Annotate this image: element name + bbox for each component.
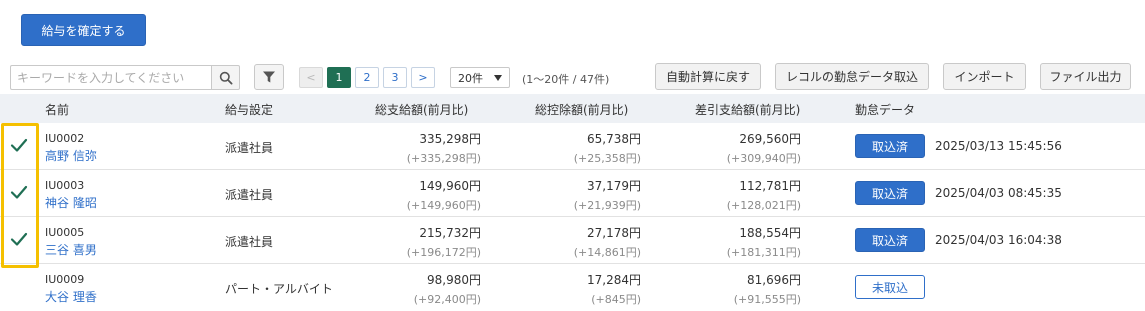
page-button-2[interactable]: 2 [355,67,379,88]
deduction-diff: (+21,939円) [573,199,641,212]
per-page-select[interactable]: 20件 [450,67,510,88]
deduction-amount: 17,284円 [587,273,641,287]
employee-code: IU0005 [45,226,85,239]
pagination: < 1 2 3 > [299,67,435,88]
net-amount: 112,781円 [739,179,801,193]
gross-diff: (+149,960円) [406,199,481,212]
pay-setting: 派遣社員 [225,141,274,155]
deduction-amount: 27,178円 [587,226,641,240]
header-setting[interactable]: 給与設定 [225,101,273,118]
net-diff: (+128,021円) [726,199,801,212]
prev-page-button[interactable]: < [299,67,323,88]
net-amount: 269,560円 [739,132,801,146]
per-page-value: 20件 [458,71,483,85]
filter-button[interactable] [254,64,284,90]
search-button[interactable] [211,65,240,90]
filter-icon [263,71,275,83]
file-output-button[interactable]: ファイル出力 [1040,63,1131,90]
caret-down-icon [494,75,502,81]
employee-code: IU0003 [45,179,85,192]
search-box [10,65,240,90]
deduction-diff: (+845円) [591,293,641,306]
net-diff: (+181,311円) [726,246,801,259]
gross-diff: (+335,298円) [406,152,481,165]
employee-name-link[interactable]: 三谷 喜男 [45,241,97,258]
gross-amount: 98,980円 [427,273,481,287]
import-recolu-button[interactable]: レコルの勤怠データ取込 [775,63,929,90]
search-input[interactable] [10,65,211,90]
attendance-timestamp: 2025/04/03 08:45:35 [935,186,1062,200]
gross-diff: (+196,172円) [406,246,481,259]
result-range: (1〜20件 / 47件) [522,73,610,86]
search-icon [219,71,233,85]
attendance-status-button[interactable]: 取込済 [855,134,925,158]
page-button-3[interactable]: 3 [383,67,407,88]
deduction-diff: (+14,861円) [573,246,641,259]
attendance-timestamp: 2025/03/13 15:45:56 [935,139,1062,153]
table-row[interactable]: IU0002 高野 信弥 派遣社員 335,298円 (+335,298円) 6… [0,123,1145,170]
attendance-timestamp: 2025/04/03 16:04:38 [935,233,1062,247]
employee-name-link[interactable]: 大谷 理香 [45,288,97,305]
net-amount: 81,696円 [747,273,801,287]
pay-setting: 派遣社員 [225,235,274,249]
header-net[interactable]: 差引支給額(前月比) [695,101,800,118]
employee-name-link[interactable]: 高野 信弥 [45,147,97,164]
import-button[interactable]: インポート [943,63,1026,90]
table-row[interactable]: IU0003 神谷 隆昭 派遣社員 149,960円 (+149,960円) 3… [0,170,1145,217]
net-amount: 188,554円 [739,226,801,240]
check-icon[interactable] [10,183,28,201]
attendance-status-button[interactable]: 取込済 [855,181,925,205]
check-icon[interactable] [10,136,28,154]
next-page-button[interactable]: > [411,67,435,88]
header-gross[interactable]: 総支給額(前月比) [375,101,468,118]
deduction-amount: 65,738円 [587,132,641,146]
employee-code: IU0009 [45,273,85,286]
net-diff: (+91,555円) [733,293,801,306]
pay-setting: 派遣社員 [225,188,274,202]
employee-name-link[interactable]: 神谷 隆昭 [45,194,97,211]
attendance-status-button[interactable]: 取込済 [855,228,925,252]
gross-diff: (+92,400円) [413,293,481,306]
pay-setting: パート・アルバイト [225,282,333,296]
header-deduction[interactable]: 総控除額(前月比) [535,101,628,118]
header-name[interactable]: 名前 [45,101,69,118]
gross-amount: 335,298円 [419,132,481,146]
table-row[interactable]: IU0009 大谷 理香 パート・アルバイト 98,980円 (+92,400円… [0,264,1145,311]
page-button-1[interactable]: 1 [327,67,351,88]
gross-amount: 215,732円 [419,226,481,240]
deduction-amount: 37,179円 [587,179,641,193]
table-row[interactable]: IU0005 三谷 喜男 派遣社員 215,732円 (+196,172円) 2… [0,217,1145,264]
check-icon[interactable] [10,230,28,248]
gross-amount: 149,960円 [419,179,481,193]
confirm-payroll-button[interactable]: 給与を確定する [21,14,146,46]
auto-calc-button[interactable]: 自動計算に戻す [655,63,761,90]
header-attendance[interactable]: 勤怠データ [855,101,915,118]
deduction-diff: (+25,358円) [573,152,641,165]
net-diff: (+309,940円) [726,152,801,165]
attendance-status-button[interactable]: 未取込 [855,275,925,299]
table-header: 名前 給与設定 総支給額(前月比) 総控除額(前月比) 差引支給額(前月比) 勤… [0,94,1145,123]
employee-code: IU0002 [45,132,85,145]
